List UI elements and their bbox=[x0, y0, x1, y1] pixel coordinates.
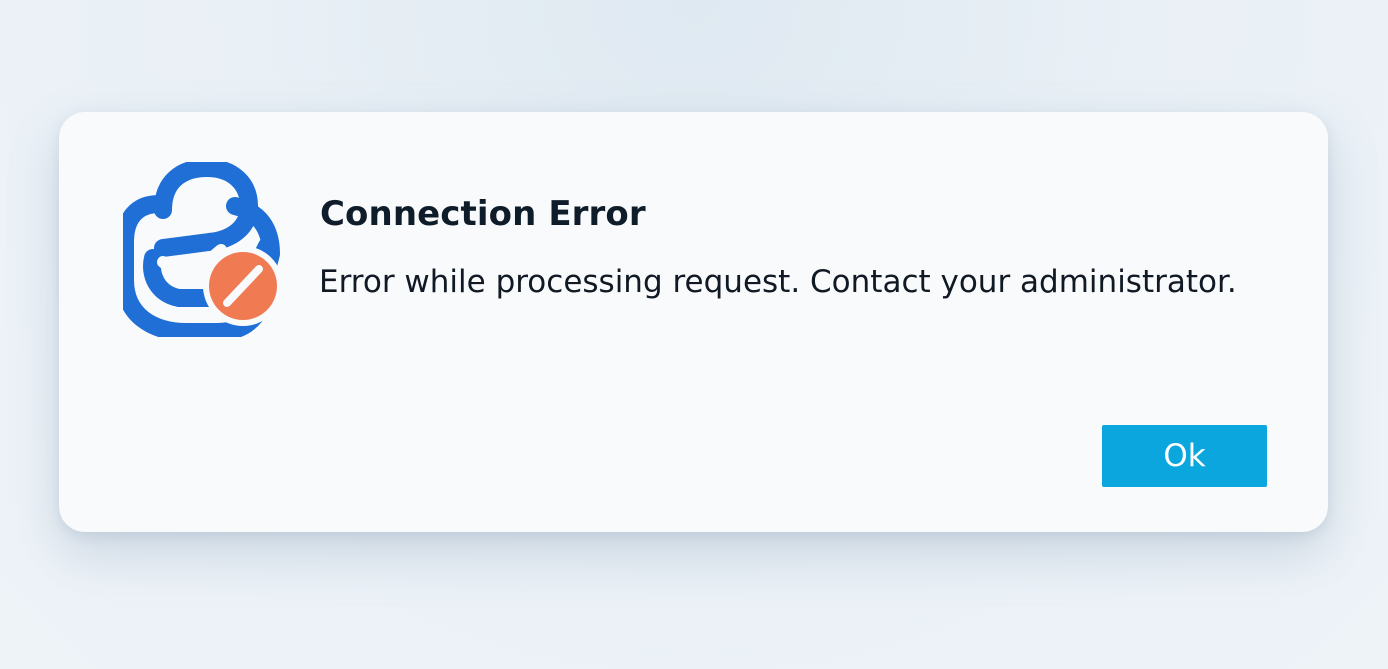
lock-error-icon bbox=[123, 162, 285, 337]
ok-button[interactable]: Ok bbox=[1102, 425, 1267, 487]
connection-error-dialog: Connection Error Error while processing … bbox=[59, 112, 1328, 532]
error-message: Error while processing request. Contact … bbox=[319, 264, 1237, 300]
dialog-title: Connection Error bbox=[320, 194, 646, 234]
